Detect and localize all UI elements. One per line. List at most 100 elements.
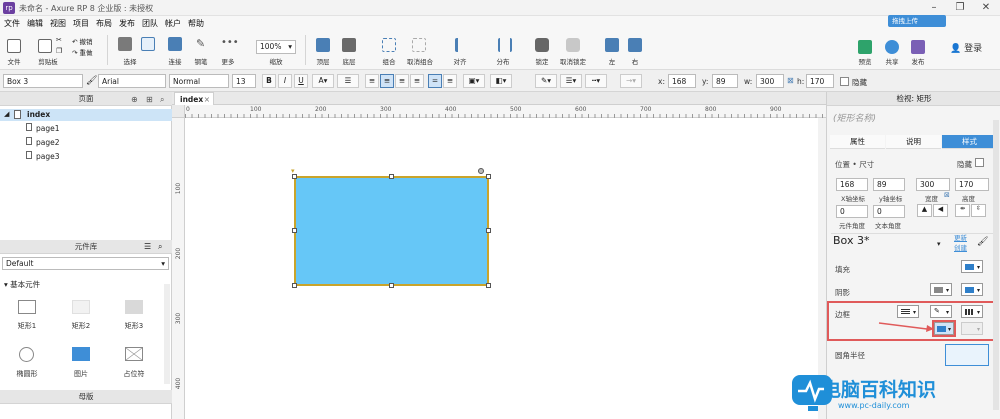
- send-to-back-icon[interactable]: [342, 38, 356, 52]
- outer-shadow-button[interactable]: ▾: [930, 283, 952, 296]
- border-style-button[interactable]: ┅▾: [585, 74, 607, 88]
- create-style-link[interactable]: 创建: [954, 242, 967, 252]
- align-left-button[interactable]: ≡: [365, 74, 379, 88]
- x-input[interactable]: 168: [836, 178, 868, 191]
- select-icon[interactable]: [118, 37, 132, 51]
- rectangle2-widget[interactable]: [72, 300, 90, 314]
- align-icon[interactable]: [455, 38, 469, 52]
- menu-layout[interactable]: 布局: [96, 18, 112, 29]
- ellipse-widget[interactable]: [19, 347, 34, 362]
- rectangle3-widget[interactable]: [125, 300, 143, 314]
- align-center-button[interactable]: ≡: [380, 74, 394, 88]
- h-input[interactable]: 170: [806, 74, 834, 88]
- corner-radius-picker[interactable]: [945, 344, 989, 366]
- w-input[interactable]: 300: [756, 74, 784, 88]
- add-folder-icon[interactable]: ⊞: [146, 95, 153, 104]
- border-width-button[interactable]: ▾: [897, 305, 919, 318]
- widget-name-input[interactable]: (矩形名称): [833, 111, 876, 124]
- select-contains-icon[interactable]: [141, 37, 155, 51]
- menu-help[interactable]: 帮助: [188, 18, 204, 29]
- flip-horizontal-icon[interactable]: ◀: [933, 204, 948, 217]
- border-width-button[interactable]: ☰▾: [560, 74, 582, 88]
- redo-button[interactable]: ↷ 重做: [72, 47, 93, 57]
- menu-team[interactable]: 团队: [142, 18, 158, 29]
- lock-ratio-icon[interactable]: ⊠: [787, 76, 794, 85]
- library-select[interactable]: Default ▾: [2, 257, 169, 270]
- page-item-index[interactable]: ◢ index: [0, 109, 172, 121]
- menu-project[interactable]: 项目: [73, 18, 89, 29]
- fit-width-icon[interactable]: ⇹: [955, 204, 970, 217]
- align-right-button[interactable]: ≡: [395, 74, 409, 88]
- copy-icon[interactable]: ❐: [56, 47, 62, 55]
- align-justify-button[interactable]: ≡: [410, 74, 424, 88]
- menu-edit[interactable]: 编辑: [27, 18, 43, 29]
- y-input[interactable]: 89: [873, 178, 905, 191]
- resize-handle[interactable]: [389, 174, 394, 179]
- page-item-page2[interactable]: page2: [26, 137, 60, 147]
- page-item-page1[interactable]: page1: [26, 123, 60, 133]
- italic-button[interactable]: I: [278, 74, 292, 88]
- visible-borders-button[interactable]: ▾: [934, 322, 954, 335]
- border-color-button[interactable]: ✎▾: [535, 74, 557, 88]
- hidden-checkbox[interactable]: [975, 158, 984, 167]
- menu-view[interactable]: 视图: [50, 18, 66, 29]
- new-file-icon[interactable]: [7, 39, 21, 53]
- paste-icon[interactable]: [38, 39, 52, 53]
- menu-account[interactable]: 帐户: [165, 18, 181, 29]
- resize-handle[interactable]: [292, 228, 297, 233]
- rotate-handle-icon[interactable]: [478, 168, 484, 174]
- menu-icon[interactable]: ☰: [144, 242, 151, 251]
- zoom-select[interactable]: 100% ▾: [256, 40, 296, 54]
- x-input[interactable]: 168: [668, 74, 696, 88]
- valign-middle-button[interactable]: =: [428, 74, 442, 88]
- border-color-button[interactable]: ✎▾: [930, 305, 952, 318]
- fit-height-icon[interactable]: ⇳: [971, 204, 986, 217]
- login-button[interactable]: 👤 登录: [950, 41, 982, 54]
- rotation-input[interactable]: 0: [836, 205, 868, 218]
- close-icon[interactable]: ✕: [972, 0, 1000, 16]
- height-input[interactable]: 170: [955, 178, 989, 191]
- bring-to-front-icon[interactable]: [316, 38, 330, 52]
- resize-handle[interactable]: [486, 174, 491, 179]
- fill-color-swatch[interactable]: ▾: [961, 260, 983, 273]
- border-pattern-button[interactable]: ▾: [961, 305, 983, 318]
- pen-icon[interactable]: ✎: [196, 37, 205, 50]
- shadow-button[interactable]: ◧▾: [490, 74, 512, 88]
- box3-rectangle[interactable]: [294, 176, 489, 286]
- arrow-style-button[interactable]: →▾: [620, 74, 642, 88]
- tab-notes[interactable]: 说明: [886, 135, 941, 149]
- placeholder-widget[interactable]: [125, 347, 143, 361]
- arrow-style-button[interactable]: ▾: [961, 322, 983, 335]
- upload-button[interactable]: 拖拽上传: [888, 15, 946, 27]
- text-rotation-input[interactable]: 0: [873, 205, 905, 218]
- update-style-link[interactable]: 更新: [954, 232, 967, 242]
- inner-shadow-button[interactable]: ▾: [961, 283, 983, 296]
- unlock-icon[interactable]: [566, 38, 580, 52]
- resize-handle[interactable]: [292, 283, 297, 288]
- maximize-icon[interactable]: ❐: [946, 0, 974, 16]
- font-style-select[interactable]: Normal: [169, 74, 229, 88]
- tab-style[interactable]: 样式: [942, 135, 997, 149]
- resize-handle[interactable]: [389, 283, 394, 288]
- resize-handle[interactable]: [486, 228, 491, 233]
- hide-checkbox[interactable]: [840, 77, 849, 86]
- style-name[interactable]: Box 3*: [833, 234, 869, 247]
- search-icon[interactable]: ⌕: [158, 242, 162, 252]
- corner-radius-handle-icon[interactable]: ▾: [291, 167, 295, 175]
- tab-index[interactable]: index ×: [174, 92, 214, 105]
- font-color-button[interactable]: A▾: [312, 74, 334, 88]
- valign-bottom-button[interactable]: ≡: [443, 74, 457, 88]
- preview-icon[interactable]: [858, 40, 872, 54]
- tab-properties[interactable]: 属性: [830, 135, 885, 149]
- widget-group-header[interactable]: ▾ 基本元件: [4, 279, 40, 290]
- add-page-icon[interactable]: ⊕: [131, 95, 138, 104]
- connect-icon[interactable]: [168, 37, 182, 51]
- more-icon[interactable]: •••: [221, 37, 239, 48]
- menu-file[interactable]: 文件: [4, 18, 20, 29]
- ungroup-icon[interactable]: [412, 38, 426, 52]
- cut-icon[interactable]: ✂: [56, 36, 62, 44]
- left-icon[interactable]: [605, 38, 619, 52]
- inspector-scrollbar[interactable]: [993, 120, 999, 410]
- menu-publish[interactable]: 发布: [119, 18, 135, 29]
- bold-button[interactable]: B: [262, 74, 276, 88]
